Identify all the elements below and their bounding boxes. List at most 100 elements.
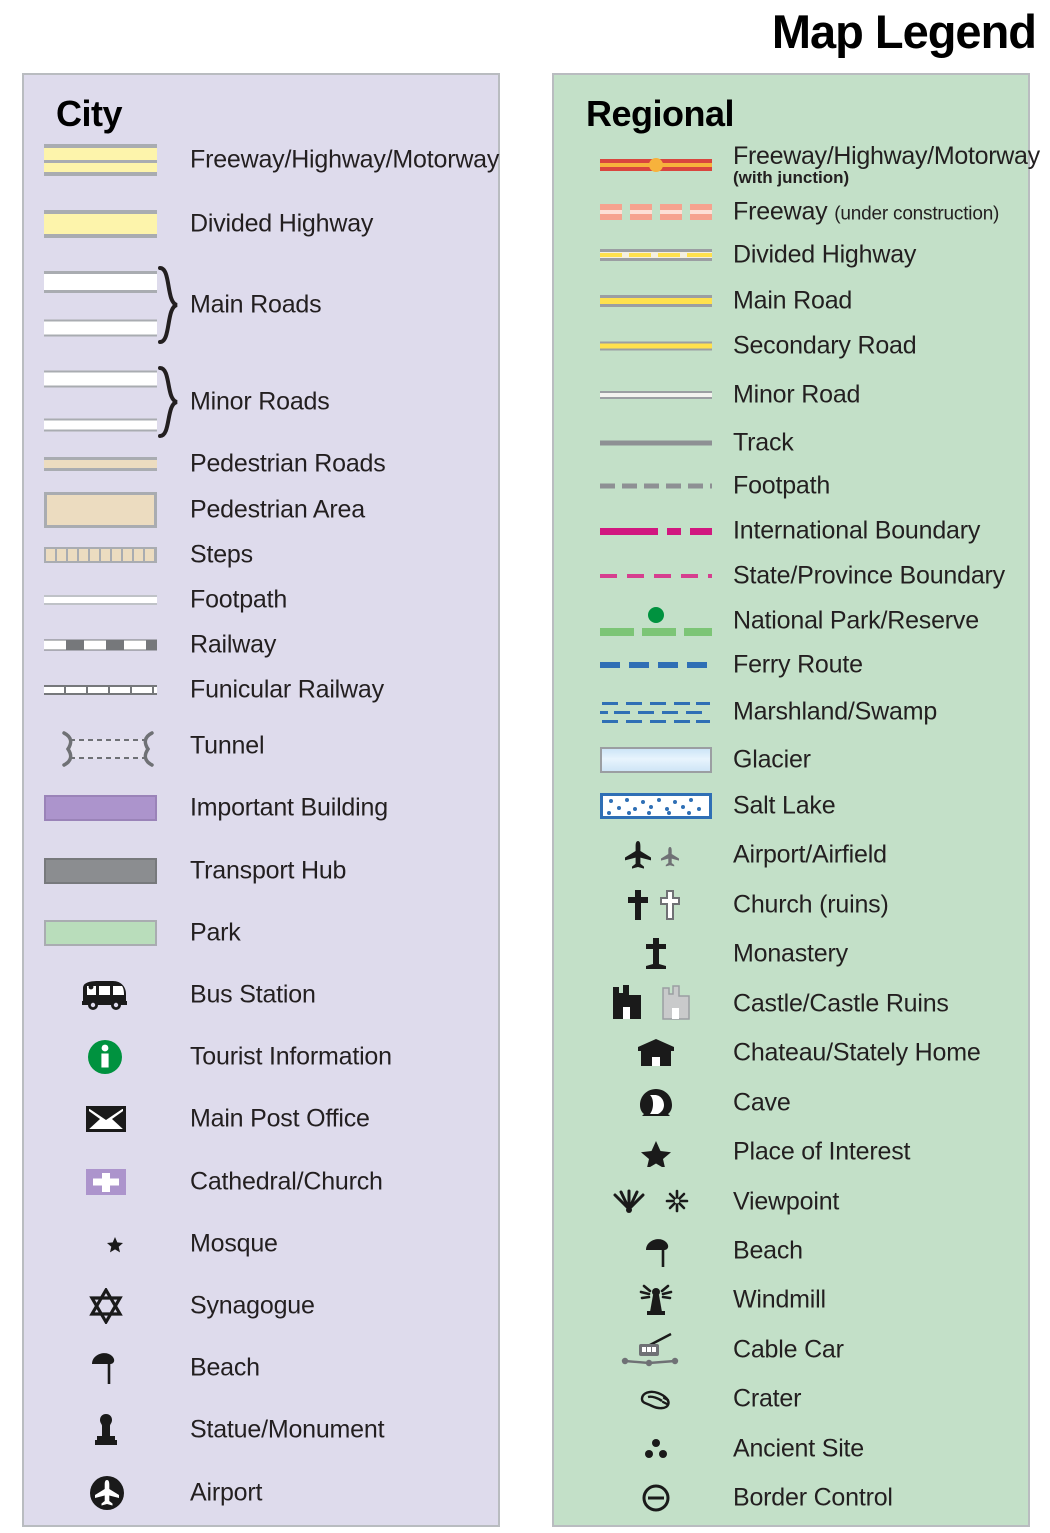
crater-icon	[600, 1385, 712, 1413]
minor-road-line	[600, 391, 712, 399]
legend-label: Church (ruins)	[733, 890, 889, 919]
chateau-icon	[600, 1037, 712, 1069]
legend-label: Main Roads	[190, 290, 322, 319]
divided-highway-swatch	[44, 210, 157, 238]
salt-lake-swatch	[600, 793, 712, 819]
legend-label: Secondary Road	[733, 331, 917, 360]
legend-label: Tourist Information	[190, 1042, 392, 1071]
footpath-dashed-line	[600, 483, 712, 489]
main-road-line	[600, 295, 712, 307]
minor-road-swatch-narrow	[44, 418, 157, 432]
legend-label: International Boundary	[733, 516, 981, 545]
legend-label: Glacier	[733, 745, 811, 774]
city-panel-heading: City	[56, 93, 123, 134]
ancient-site-icon	[600, 1435, 712, 1463]
cross-badge-icon	[86, 1167, 126, 1197]
beach-umbrella-icon	[90, 1350, 122, 1386]
legend-label: Cathedral/Church	[190, 1167, 383, 1196]
legend-label: Border Control	[733, 1483, 893, 1512]
legend-label: Cable Car	[733, 1335, 844, 1364]
freeway-construction-line	[600, 204, 712, 220]
footpath-swatch	[44, 595, 157, 605]
legend-label: Footpath	[190, 585, 288, 614]
legend-label: Minor Road	[733, 380, 861, 409]
legend-label: Main Post Office	[190, 1104, 370, 1133]
railway-swatch	[44, 639, 157, 651]
legend-label: Transport Hub	[190, 856, 347, 885]
ferry-route-line	[600, 662, 712, 668]
legend-label: Tunnel	[190, 731, 265, 760]
marshland-pattern	[600, 699, 712, 725]
legend-label: Beach	[190, 1353, 260, 1382]
legend-label: Ancient Site	[733, 1434, 865, 1463]
cable-car-icon	[600, 1330, 712, 1370]
legend-label: Castle/Castle Ruins	[733, 989, 949, 1018]
international-boundary-line	[600, 527, 712, 535]
viewpoint-icons	[600, 1185, 712, 1219]
legend-label: Important Building	[190, 793, 388, 822]
legend-label: Freeway/Highway/Motorway	[190, 145, 500, 174]
legend-label: Freeway	[733, 197, 828, 226]
legend-label-group: Freeway (under construction)	[733, 198, 999, 227]
pedestrian-area-swatch	[44, 492, 157, 528]
legend-label: Cave	[733, 1088, 791, 1117]
glacier-swatch	[600, 747, 712, 773]
freeway-junction-line	[600, 156, 712, 174]
park-swatch	[44, 920, 157, 946]
transport-hub-swatch	[44, 858, 157, 884]
legend-label: National Park/Reserve	[733, 606, 979, 635]
beach-umbrella-icon	[600, 1234, 712, 1268]
secondary-road-line	[600, 341, 712, 351]
legend-label: Synagogue	[190, 1291, 315, 1320]
legend-label: Mosque	[190, 1229, 278, 1258]
legend-label: Funicular Railway	[190, 675, 384, 704]
legend-label: Chateau/Stately Home	[733, 1038, 981, 1067]
legend-sublabel: (with junction)	[733, 168, 850, 188]
legend-label: Viewpoint	[733, 1187, 840, 1216]
star-icon	[600, 1137, 712, 1167]
airplane-icons	[600, 838, 712, 872]
castle-icons	[600, 985, 712, 1023]
legend-label: Beach	[733, 1236, 803, 1265]
airport-circle-icon	[88, 1474, 126, 1512]
legend-label: Windmill	[733, 1285, 826, 1314]
legend-label: Airport/Airfield	[733, 840, 887, 869]
main-road-swatch-wide	[44, 271, 157, 293]
track-line	[600, 440, 712, 446]
legend-label: Bus Station	[190, 980, 316, 1009]
brace-icon	[158, 366, 180, 438]
main-road-swatch-narrow	[44, 319, 157, 337]
important-building-swatch	[44, 795, 157, 821]
page-title: Map Legend	[771, 5, 1037, 58]
legend-label: Footpath	[733, 471, 831, 500]
minor-road-swatch-wide	[44, 370, 157, 388]
star-and-crescent-icon	[88, 1226, 124, 1262]
cave-icon	[600, 1086, 712, 1120]
legend-label: Railway	[190, 630, 277, 659]
legend-label: Statue/Monument	[190, 1415, 385, 1444]
legend-label: Crater	[733, 1384, 802, 1413]
legend-label: Steps	[190, 540, 253, 569]
legend-sublabel: (under construction)	[834, 203, 1000, 225]
legend-label: Park	[190, 918, 241, 947]
border-control-icon	[600, 1482, 712, 1514]
envelope-icon	[86, 1105, 126, 1133]
legend-label: State/Province Boundary	[733, 561, 1005, 590]
state-boundary-line	[600, 574, 712, 578]
information-icon	[86, 1038, 124, 1076]
pedestrian-road-swatch	[44, 457, 157, 471]
church-cross-icons	[600, 888, 712, 922]
legend-label: Track	[733, 428, 794, 457]
legend-label-group: Freeway/Highway/Motorway (with junction)	[733, 143, 1040, 187]
divided-highway-line	[600, 248, 712, 262]
star-of-david-icon	[88, 1288, 124, 1324]
national-park-line	[600, 606, 712, 636]
legend-label: Marshland/Swamp	[733, 697, 938, 726]
legend-label: Main Road	[733, 286, 853, 315]
freeway-swatch	[44, 144, 157, 176]
monastery-cross-icon	[600, 936, 712, 972]
tunnel-swatch	[58, 729, 158, 767]
legend-label: Divided Highway	[190, 209, 374, 238]
windmill-icon	[600, 1282, 712, 1318]
legend-label: Divided Highway	[733, 240, 917, 269]
